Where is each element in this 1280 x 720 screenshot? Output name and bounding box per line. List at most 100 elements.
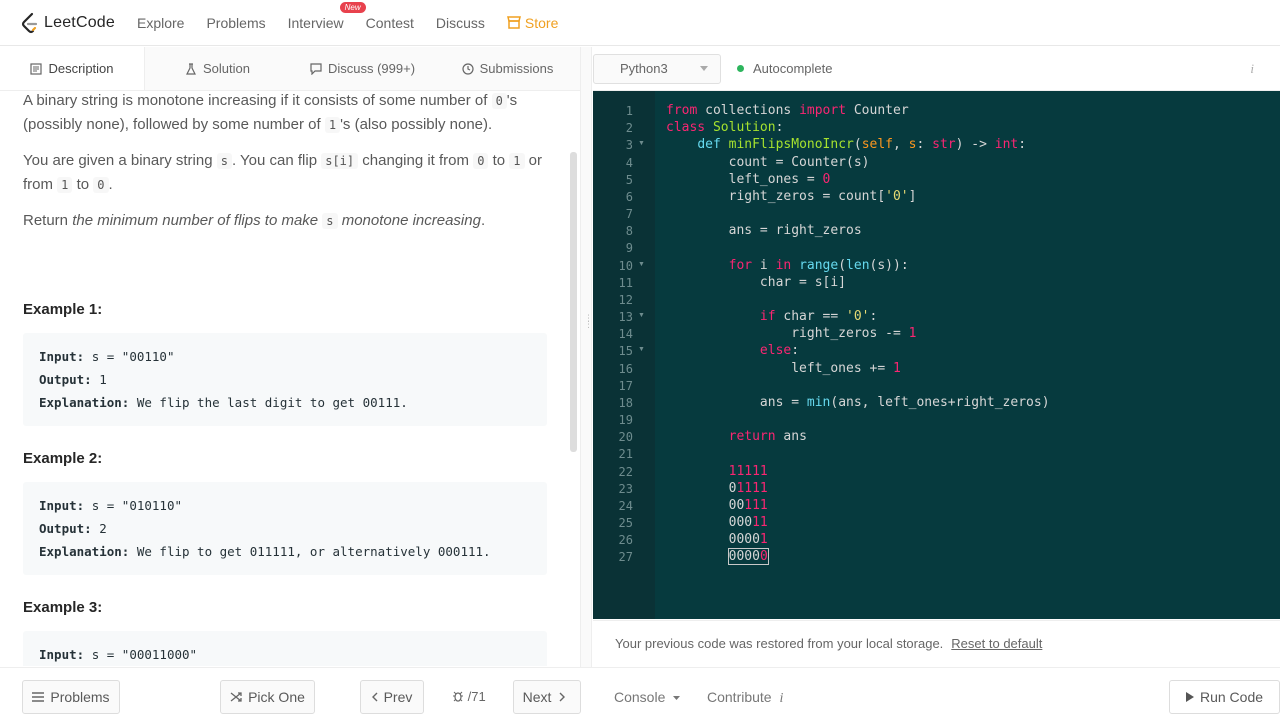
example-value: s = "010110" xyxy=(91,498,182,513)
nav-interview[interactable]: Interview New xyxy=(287,1,366,31)
comment-icon xyxy=(310,62,322,75)
tab-discuss[interactable]: Discuss (999+) xyxy=(290,47,435,90)
autocomplete-label: Autocomplete xyxy=(753,61,833,76)
line-number: 18 xyxy=(618,396,633,410)
code-editor[interactable]: 1 2 3 4 5 6 7 8 9 10 11 12 13 14 15 16 1… xyxy=(593,91,1280,619)
run-code-button[interactable]: Run Code xyxy=(1169,680,1280,714)
example-1-output: Output: 1 xyxy=(39,368,531,391)
line-number: 2 xyxy=(625,121,633,135)
example-2-explanation: Explanation: We flip to get 011111, or a… xyxy=(39,540,531,563)
nav-contest[interactable]: Contest xyxy=(366,15,414,31)
nav-explore[interactable]: Explore xyxy=(137,15,184,31)
line-number: 24 xyxy=(618,499,633,513)
page-indicator[interactable]: /71 xyxy=(452,689,486,704)
shuffle-icon xyxy=(230,692,242,702)
text-span: to xyxy=(72,176,94,193)
document-icon xyxy=(30,62,43,75)
chevron-right-icon xyxy=(559,692,566,702)
line-number-gutter: 1 2 3 4 5 6 7 8 9 10 11 12 13 14 15 16 1… xyxy=(593,91,655,619)
fold-arrow-icon[interactable]: ▼ xyxy=(638,140,645,147)
input-label: Input: xyxy=(39,349,85,364)
next-button-label: Next xyxy=(522,689,552,705)
console-toggle[interactable]: Console xyxy=(614,689,681,705)
pick-one-button-label: Pick One xyxy=(248,689,305,705)
inline-code: s xyxy=(216,153,232,169)
pick-one-button[interactable]: Pick One xyxy=(220,680,315,714)
text-span: Return xyxy=(23,212,73,229)
code-line-2: class Solution: xyxy=(666,120,784,135)
example-value: 1 xyxy=(99,372,107,387)
inline-code: 1 xyxy=(509,153,525,169)
example-value: We flip the last digit to get 00111. xyxy=(136,395,408,410)
info-icon[interactable]: i xyxy=(1250,61,1254,77)
line-number: 13 xyxy=(618,310,633,324)
language-select[interactable]: Python3 xyxy=(593,53,721,84)
example-1-title: Example 1: xyxy=(23,301,103,318)
code-line-25: 00011 xyxy=(666,515,768,530)
reset-to-default-link[interactable]: Reset to default xyxy=(951,636,1042,651)
line-number: 27 xyxy=(618,550,633,564)
leetcode-logo[interactable]: LeetCode xyxy=(20,12,115,34)
example-2-box: Input: s = "010110" Output: 2 Explanatio… xyxy=(23,482,547,575)
line-number: 10 xyxy=(618,259,633,273)
code-line-22: 11111 xyxy=(728,464,768,479)
fold-arrow-icon[interactable]: ▼ xyxy=(638,261,645,268)
description-paragraph-1: A binary string is monotone increasing i… xyxy=(23,91,547,137)
prev-button[interactable]: Prev xyxy=(360,680,424,714)
chevron-down-icon xyxy=(700,66,708,71)
status-dot-icon xyxy=(737,65,744,72)
inline-code: 0 xyxy=(93,177,109,193)
code-line-27: 00000 xyxy=(727,548,769,565)
fold-arrow-icon[interactable]: ▼ xyxy=(638,346,645,353)
emphasis-text: the minimum number of flips to make xyxy=(72,212,323,229)
text-span: 's (also possibly none). xyxy=(340,116,493,133)
code-line-8: ans = right_zeros xyxy=(666,223,862,238)
line-number: 20 xyxy=(618,430,633,444)
example-2-title: Example 2: xyxy=(23,450,103,467)
restore-message: Your previous code was restored from you… xyxy=(615,636,944,651)
code-line-3: def minFlipsMonoIncr(self, s: str) -> in… xyxy=(697,137,1027,152)
text-span: changing it from xyxy=(358,152,474,169)
problem-description: A binary string is monotone increasing i… xyxy=(0,91,570,666)
code-line-16: left_ones += 1 xyxy=(666,361,901,376)
drag-grip-icon: ⋮ ⋮ xyxy=(584,313,593,329)
top-navbar: LeetCode Explore Problems Interview New C… xyxy=(0,0,1280,46)
problems-button[interactable]: Problems xyxy=(22,680,120,714)
explanation-label: Explanation: xyxy=(39,544,130,559)
nav-interview-label: Interview xyxy=(287,14,344,31)
description-scrollbar[interactable] xyxy=(570,152,577,452)
example-1-explanation: Explanation: We flip the last digit to g… xyxy=(39,391,531,414)
nav-discuss[interactable]: Discuss xyxy=(436,15,485,31)
inline-code: 0 xyxy=(491,93,507,109)
text-span: . You can flip xyxy=(231,152,322,169)
code-line-14: right_zeros -= 1 xyxy=(666,326,917,341)
code-line-5: left_ones = 0 xyxy=(666,172,831,187)
tab-solution[interactable]: Solution xyxy=(145,47,290,90)
flask-icon xyxy=(186,62,196,75)
line-number: 21 xyxy=(618,447,633,461)
tab-submissions[interactable]: Submissions xyxy=(435,47,580,90)
input-label: Input: xyxy=(39,647,85,662)
code-line-10: for i in range(len(s)): xyxy=(728,258,909,273)
panel-resize-handle[interactable] xyxy=(580,47,592,667)
line-number: 12 xyxy=(618,293,633,307)
code-line-13: if char == '0': xyxy=(759,309,878,324)
next-button[interactable]: Next xyxy=(513,680,581,714)
problems-button-label: Problems xyxy=(50,689,110,705)
text-span: to xyxy=(488,152,510,169)
line-number: 7 xyxy=(625,207,633,221)
nav-store[interactable]: Store xyxy=(506,15,558,31)
contribute-link[interactable]: Contribute i xyxy=(707,689,783,707)
brand-name: LeetCode xyxy=(44,13,115,31)
code-line-20: return ans xyxy=(728,429,807,444)
nav-problems[interactable]: Problems xyxy=(206,15,265,31)
fold-arrow-icon[interactable]: ▼ xyxy=(638,312,645,319)
line-number: 4 xyxy=(625,156,633,170)
autocomplete-toggle[interactable]: Autocomplete xyxy=(737,61,833,76)
example-1-box: Input: s = "00110" Output: 1 Explanation… xyxy=(23,333,547,426)
line-number: 5 xyxy=(625,173,633,187)
tab-solution-label: Solution xyxy=(203,61,250,76)
text-span: . xyxy=(480,212,486,229)
tab-description[interactable]: Description xyxy=(0,47,145,90)
code-line-24: 00111 xyxy=(666,498,768,513)
